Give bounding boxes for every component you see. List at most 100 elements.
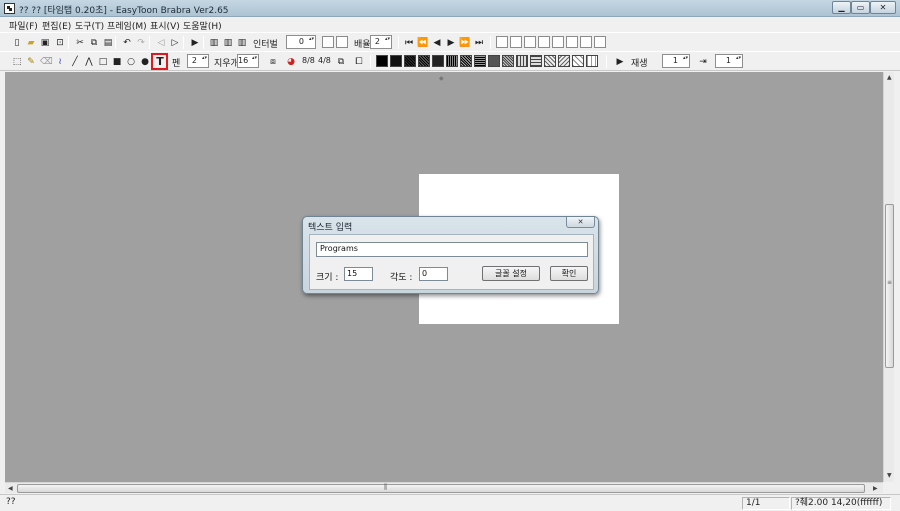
new-file-icon: ▯	[14, 38, 20, 48]
ok-button[interactable]: 확인	[550, 266, 588, 281]
next-layer-button[interactable]: ▷	[167, 35, 181, 49]
play-spinner[interactable]: 1	[662, 54, 690, 68]
filled-rect-tool-button[interactable]: ■	[109, 54, 123, 68]
cut-button[interactable]: ✂	[72, 35, 86, 49]
frame-spinner[interactable]: 1	[715, 54, 743, 68]
pattern-swatch-6[interactable]	[446, 55, 458, 67]
frame-slot-1[interactable]	[496, 36, 508, 48]
eraser-size-spinner[interactable]: 16	[237, 54, 259, 68]
menu-edit[interactable]: 편집(E)	[42, 19, 71, 32]
maximize-button[interactable]: ▭	[851, 1, 870, 14]
copy-button[interactable]: ⧉	[86, 35, 100, 49]
save-button[interactable]: ▣	[37, 35, 51, 49]
scroll-left-icon[interactable]: ◀	[8, 485, 13, 492]
open-button[interactable]: ▰	[23, 35, 37, 49]
title-bar[interactable]: ?? ?? [타임탭 0.20초] - EasyToon Brabra Ver2…	[0, 0, 900, 17]
scroll-down-icon[interactable]: ▼	[887, 472, 892, 479]
font-settings-button[interactable]: 글꼴 설정	[482, 266, 540, 281]
paste-button[interactable]: ▤	[100, 35, 114, 49]
dialog-close-button[interactable]: ✕	[566, 217, 595, 228]
first-frame-button[interactable]: ⏮	[401, 35, 415, 49]
vertical-scrollbar[interactable]: ▲ ▼	[883, 72, 894, 482]
scissors-icon: ✂	[76, 38, 84, 48]
menu-frame[interactable]: 프레임(M)	[107, 19, 147, 32]
film-button-1[interactable]: ▥	[206, 35, 220, 49]
interval-spinner[interactable]: 0	[286, 35, 316, 49]
menu-tools[interactable]: 도구(T)	[75, 19, 104, 32]
angle-field[interactable]: 0	[419, 267, 448, 281]
stamp-button[interactable]: ⧉	[333, 54, 347, 68]
pattern-swatch-12[interactable]	[530, 55, 542, 67]
pattern-swatch-13[interactable]	[544, 55, 556, 67]
frame-slot-2[interactable]	[510, 36, 522, 48]
preview-play-button[interactable]: ▶	[612, 54, 626, 68]
minimize-button[interactable]: ▁	[832, 1, 851, 14]
rect-tool-button[interactable]: □	[95, 54, 109, 68]
undo-button[interactable]: ↶	[119, 35, 133, 49]
layer-button[interactable]: ⧈	[265, 54, 279, 68]
scroll-right-icon[interactable]: ▶	[873, 485, 878, 492]
pattern-swatch-5[interactable]	[432, 55, 444, 67]
scale-spinner[interactable]: 2	[370, 35, 392, 49]
export-button[interactable]: ⊡	[52, 35, 66, 49]
prev-layer-button[interactable]: ◁	[153, 35, 167, 49]
eraser-tool-button[interactable]: ⌫	[38, 54, 53, 68]
menu-view[interactable]: 표시(V)	[150, 19, 180, 32]
filled-ellipse-tool-button[interactable]: ●	[137, 54, 151, 68]
play-button[interactable]: ▶	[187, 35, 201, 49]
line-tool-button[interactable]: ╱	[67, 54, 81, 68]
close-button[interactable]: ✕	[870, 1, 896, 14]
polyline-tool-button[interactable]: ⋀	[81, 54, 95, 68]
text-tool-button[interactable]: T	[151, 53, 168, 70]
pattern-swatch-16[interactable]	[586, 55, 598, 67]
fast-forward-button[interactable]: ⏩	[457, 35, 471, 49]
frame-slot-7[interactable]	[580, 36, 592, 48]
rewind-button[interactable]: ⏪	[415, 35, 429, 49]
ellipse-tool-button[interactable]: ○	[123, 54, 137, 68]
frame-slot-3[interactable]	[524, 36, 536, 48]
horizontal-scrollbar[interactable]: ◀ ▶	[5, 482, 883, 493]
pen-size-spinner[interactable]: 2	[187, 54, 209, 68]
pattern-swatch-10[interactable]	[502, 55, 514, 67]
frame-slot-6[interactable]	[566, 36, 578, 48]
menu-file[interactable]: 파일(F)	[9, 19, 38, 32]
pencil-tool-button[interactable]: ✎	[23, 54, 37, 68]
vertical-scroll-thumb[interactable]	[885, 204, 894, 368]
pattern-swatch-8[interactable]	[474, 55, 486, 67]
film-button-3[interactable]: ▥	[234, 35, 248, 49]
ratio-button-2[interactable]: 4/8	[318, 56, 331, 65]
next-frame-button[interactable]: ▶	[443, 35, 457, 49]
select-tool-button[interactable]: ⬚	[9, 54, 23, 68]
frame-slot-4[interactable]	[538, 36, 550, 48]
status-bar: ?? 1/1 ?췌2.00 14,20(ffffff)	[0, 494, 900, 511]
prev-frame-button[interactable]: ◀	[429, 35, 443, 49]
color-button[interactable]: ◕	[283, 54, 297, 68]
pattern-swatch-2[interactable]	[390, 55, 402, 67]
goto-frame-button[interactable]: ⇥	[695, 54, 709, 68]
text-input-field[interactable]: Programs	[316, 242, 588, 257]
onion-skin-toggle[interactable]	[322, 36, 334, 48]
ratio-button-1[interactable]: 8/8	[302, 56, 315, 65]
pattern-swatch-4[interactable]	[418, 55, 430, 67]
pattern-swatch-7[interactable]	[460, 55, 472, 67]
app-icon[interactable]	[4, 3, 15, 14]
pattern-swatch-1[interactable]	[376, 55, 388, 67]
menu-help[interactable]: 도움말(H)	[183, 19, 222, 32]
stop-toggle[interactable]	[336, 36, 348, 48]
pattern-swatch-3[interactable]	[404, 55, 416, 67]
horizontal-scroll-thumb[interactable]	[17, 483, 865, 493]
new-file-button[interactable]: ▯	[9, 35, 23, 49]
pattern-swatch-14[interactable]	[558, 55, 570, 67]
clone-button[interactable]: ⧠	[351, 54, 365, 68]
redo-button[interactable]: ↷	[133, 35, 147, 49]
frame-slot-5[interactable]	[552, 36, 564, 48]
scroll-up-icon[interactable]: ▲	[887, 74, 892, 81]
last-frame-button[interactable]: ⏭	[471, 35, 485, 49]
brush-tool-button[interactable]: ≀	[52, 54, 66, 68]
pattern-swatch-11[interactable]	[516, 55, 528, 67]
pattern-swatch-9[interactable]	[488, 55, 500, 67]
size-field[interactable]: 15	[344, 267, 373, 281]
film-button-2[interactable]: ▥	[220, 35, 234, 49]
pattern-swatch-15[interactable]	[572, 55, 584, 67]
frame-slot-8[interactable]	[594, 36, 606, 48]
